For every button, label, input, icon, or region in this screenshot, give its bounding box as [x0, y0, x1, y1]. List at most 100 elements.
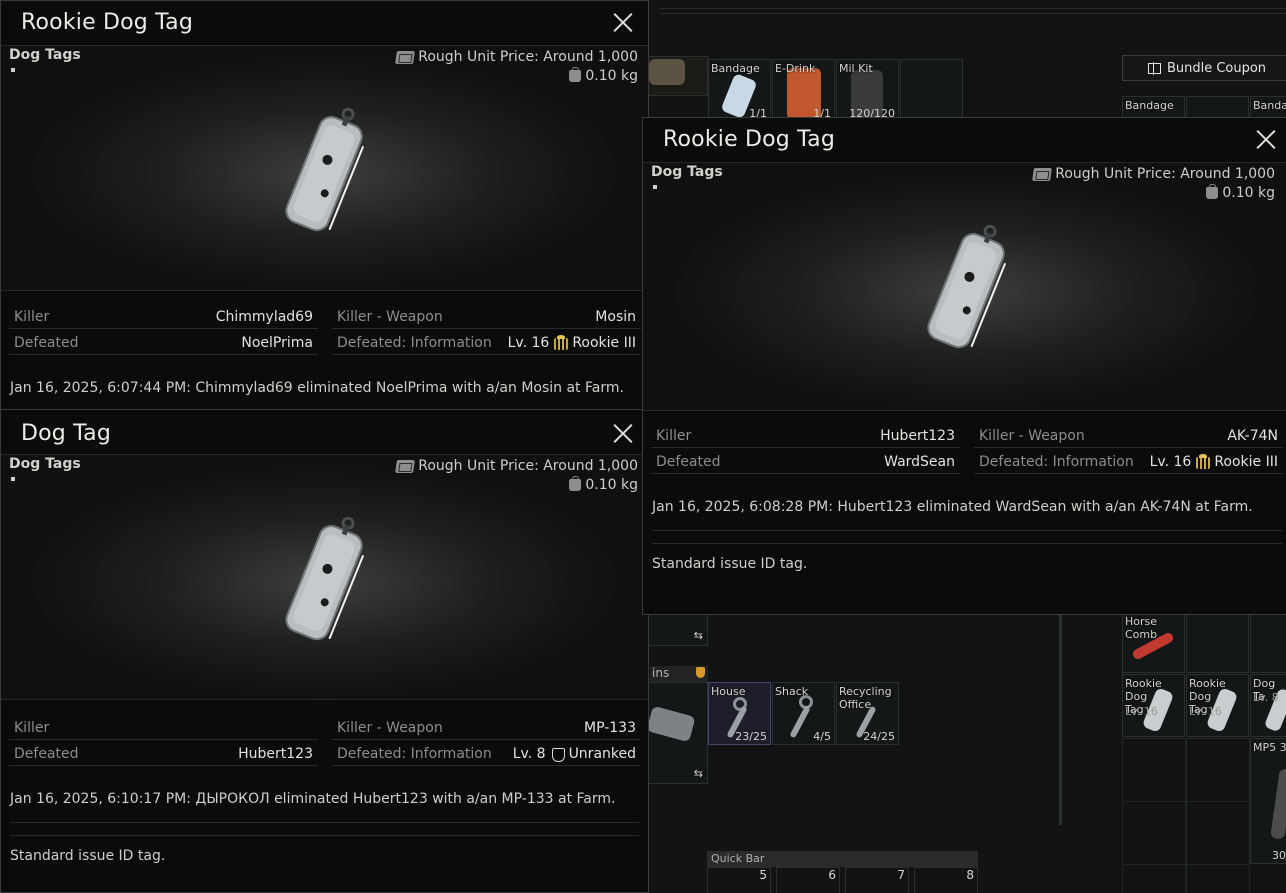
item-count: 23/25 [735, 730, 767, 743]
defeated-rank: Unranked [568, 745, 636, 762]
stat-label: Killer [14, 308, 50, 325]
quickbar-slot-number: 7 [897, 868, 905, 882]
close-icon[interactable] [612, 422, 634, 444]
key-shack[interactable]: Shack 4/5 [772, 682, 835, 745]
dog-tag-icon [284, 107, 364, 232]
stat-label: Killer - Weapon [337, 308, 443, 325]
keytool-slot[interactable]: ⇆ [648, 682, 708, 784]
quick-bar-header: Quick Bar [707, 851, 978, 867]
stash-grid-cell[interactable] [1122, 738, 1186, 802]
stash-item-rookie-dogtag-1[interactable]: Rookie Dog Tag Lv. 16 [1122, 674, 1185, 737]
stat-label: Killer - Weapon [337, 719, 443, 736]
stash-grid-cell[interactable] [1186, 864, 1250, 893]
defeated-info: Lv. 8 Unranked [513, 746, 636, 762]
item-window-rookie-dogtag-hubert[interactable]: Rookie Dog Tag Dog Tags Rough Unit Price… [642, 117, 1286, 615]
item-name: Shack [775, 685, 809, 698]
magazine-icon [1270, 768, 1286, 840]
stat-killer: Killer [9, 716, 318, 740]
stat-killer: Killer Hubert123 [651, 424, 960, 448]
rookie-rank-icon [553, 334, 570, 351]
unranked-rank-icon [550, 746, 567, 762]
stash-empty-slot[interactable] [900, 59, 963, 122]
stash-grid-cell[interactable] [1186, 738, 1250, 802]
defeated-rank: Rookie III [1214, 453, 1278, 470]
item-window-dogtag-hubert[interactable]: Dog Tag Dog Tags Rough Unit Price: Aroun… [0, 410, 649, 893]
key-house[interactable]: House 23/25 [708, 682, 771, 745]
stat-defeated: Defeated NoelPrima [9, 331, 318, 355]
quickbar-slot-7[interactable]: 7 [845, 867, 909, 893]
stash-empty-slot[interactable] [1186, 610, 1249, 673]
quickbar-slot-8[interactable]: 8 [914, 867, 978, 893]
stat-label: Defeated: Information [337, 334, 492, 351]
stash-grid-cell[interactable] [1122, 864, 1186, 893]
weight-info: 0.10 kg [569, 476, 638, 493]
divider [652, 530, 1282, 531]
stat-label: Killer [656, 427, 692, 444]
defeated-info: Lv. 16 Rookie III [1150, 453, 1278, 470]
window-header[interactable]: Rookie Dog Tag [643, 118, 1286, 162]
window-title: Rookie Dog Tag [663, 127, 836, 152]
item-window-rookie-dogtag-chimmylad[interactable]: Rookie Dog Tag Dog Tags Rough Unit Price… [0, 0, 649, 410]
stash-item-mp5-mag[interactable]: MP5 3 30 [1250, 738, 1286, 864]
weight-icon [569, 67, 582, 82]
kill-log: Jan 16, 2025, 6:10:17 PM: ДЫРОКОЛ elimin… [10, 791, 616, 807]
weight-info: 0.10 kg [1206, 184, 1275, 201]
stash-grid-cell[interactable] [1122, 801, 1186, 865]
item-name: House [711, 685, 746, 698]
stash-scrollbar[interactable] [1059, 615, 1062, 825]
item-name: Recycling Office [839, 685, 892, 711]
stash-item-edrink[interactable]: E-Drink 1/1 [772, 59, 835, 122]
item-preview: Dog Tags Rough Unit Price: Around 1,000 … [643, 162, 1286, 411]
defeated-name: NoelPrima [241, 334, 313, 351]
defeated-level: Lv. 8 [512, 745, 546, 762]
quickbar-slot-6[interactable]: 6 [776, 867, 840, 893]
stash-item-bandage[interactable]: Bandage 1/1 [708, 59, 771, 122]
item-name: Bandage [711, 62, 760, 75]
item-description: Standard issue ID tag. [10, 848, 166, 864]
item-category: Dog Tags [9, 47, 81, 63]
rookie-rank-icon [1195, 453, 1212, 470]
gift-icon [1147, 61, 1161, 75]
item-level: Lv. 16 [1125, 705, 1158, 718]
kill-log: Jan 16, 2025, 6:08:28 PM: Hubert123 elim… [652, 499, 1253, 515]
backpack-slot[interactable] [648, 56, 708, 96]
swap-icon: ⇆ [693, 629, 703, 642]
item-name: MP5 3 [1253, 741, 1286, 754]
close-icon[interactable] [1255, 128, 1277, 150]
item-preview: Dog Tags Rough Unit Price: Around 1,000 … [1, 45, 648, 291]
item-count: 24/25 [863, 730, 895, 743]
item-count: 4/5 [813, 730, 831, 743]
weapon-name: MP-133 [584, 719, 636, 736]
close-icon[interactable] [612, 11, 634, 33]
weight-text: 0.10 kg [585, 68, 638, 84]
window-header[interactable]: Rookie Dog Tag [1, 1, 648, 45]
stash-item-horse-comb[interactable]: Horse Comb [1122, 610, 1185, 673]
stat-defeated-info: Defeated: Information Lv. 8 Unranked [332, 742, 641, 766]
window-header[interactable]: Dog Tag [1, 412, 648, 456]
stat-weapon: Killer - Weapon Mosin [332, 305, 641, 329]
wallet-icon [395, 459, 416, 473]
stat-defeated-info: Defeated: Information Lv. 16 Rookie III [974, 450, 1283, 474]
item-category: Dog Tags [651, 164, 723, 180]
stash-item-rookie-dogtag-2[interactable]: Rookie Dog Tag Lv. 16 [1186, 674, 1249, 737]
price-text: Rough Unit Price: Around 1,000 [1055, 166, 1275, 182]
dog-tag-icon [927, 224, 1007, 349]
defeated-rank: Rookie III [572, 334, 636, 351]
category-marker [11, 477, 15, 481]
stat-label: Killer - Weapon [979, 427, 1085, 444]
stash-item-dogtag[interactable]: Dog Ta Lv. 8 [1250, 674, 1286, 737]
weight-text: 0.10 kg [1222, 185, 1275, 201]
quickbar-slot-number: 6 [828, 868, 836, 882]
stash-empty-slot[interactable] [1250, 610, 1286, 673]
stash-grid-cell[interactable] [1186, 801, 1250, 865]
quickbar-slot-number: 5 [759, 868, 767, 882]
key-recycling-office[interactable]: Recycling Office 24/25 [836, 682, 899, 745]
bundle-coupon-button[interactable]: Bundle Coupon [1122, 55, 1286, 81]
stash-item-milkit[interactable]: Mil Kit 120/120 [836, 59, 899, 122]
item-name: E-Drink [775, 62, 816, 75]
item-name: Mil Kit [839, 62, 873, 75]
quickbar-slot-5[interactable]: 5 [707, 867, 771, 893]
item-category: Dog Tags [9, 456, 81, 472]
stat-label: Defeated [14, 745, 79, 762]
divider [10, 835, 639, 836]
